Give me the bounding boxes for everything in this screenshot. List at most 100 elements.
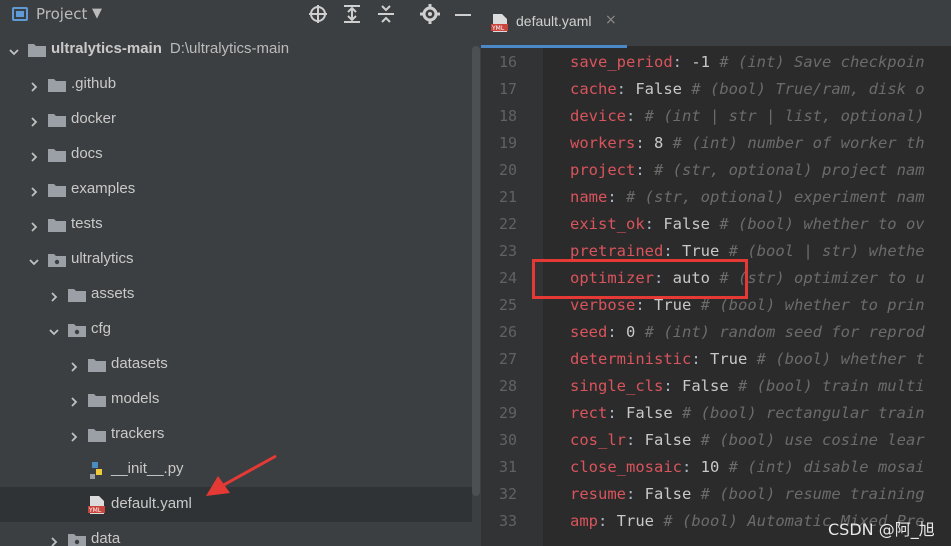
chevron-right-icon[interactable] bbox=[28, 78, 40, 92]
hide-icon[interactable] bbox=[452, 3, 474, 25]
yaml-value: False bbox=[616, 404, 673, 422]
tree-item-label: trackers bbox=[111, 425, 164, 442]
line-number: 23 bbox=[498, 242, 517, 260]
code-line[interactable]: resume: False # (bool) resume training bbox=[570, 485, 925, 503]
line-number: 29 bbox=[498, 404, 517, 422]
folder-icon bbox=[68, 322, 86, 337]
chevron-right-icon[interactable] bbox=[28, 148, 40, 162]
yaml-colon: : bbox=[607, 404, 617, 422]
tree-item[interactable]: YML default.yaml bbox=[0, 487, 472, 522]
chevron-right-icon[interactable] bbox=[68, 393, 80, 407]
folder-icon bbox=[28, 42, 46, 57]
code-line[interactable]: cos_lr: False # (bool) use cosine lear bbox=[570, 431, 925, 449]
chevron-right-icon[interactable] bbox=[48, 533, 60, 546]
tree-item[interactable]: cfg bbox=[0, 312, 472, 347]
yaml-key: deterministic bbox=[570, 350, 692, 368]
chevron-down-icon[interactable] bbox=[48, 323, 60, 336]
close-icon[interactable]: × bbox=[605, 12, 617, 28]
code-line[interactable]: rect: False # (bool) rectangular train bbox=[570, 404, 925, 422]
tree-item[interactable]: trackers bbox=[0, 417, 472, 452]
tree-item[interactable]: docs bbox=[0, 137, 472, 172]
tree-item[interactable]: examples bbox=[0, 172, 472, 207]
code-line[interactable]: save_period: -1 # (int) Save checkpoin bbox=[570, 53, 925, 71]
yaml-colon: : bbox=[626, 107, 636, 125]
tree-item-label: ultralytics bbox=[71, 250, 134, 267]
yaml-comment: # (bool) whether t bbox=[747, 350, 925, 368]
code-line[interactable]: device: # (int | str | list, optional) bbox=[570, 107, 925, 125]
collapse-all-icon[interactable] bbox=[375, 3, 397, 25]
tree-item[interactable]: docker bbox=[0, 102, 472, 137]
tree-item[interactable]: assets bbox=[0, 277, 472, 312]
gear-icon[interactable] bbox=[419, 3, 441, 25]
tree-item[interactable]: tests bbox=[0, 207, 472, 242]
locate-icon[interactable] bbox=[307, 3, 329, 25]
yaml-colon: : bbox=[635, 161, 645, 179]
line-number: 20 bbox=[498, 161, 517, 179]
line-number: 26 bbox=[498, 323, 517, 341]
tree-item-label: datasets bbox=[111, 355, 168, 372]
folder-icon bbox=[48, 182, 66, 197]
yaml-comment: # (str, optional) project nam bbox=[644, 161, 925, 179]
code-line[interactable]: seed: 0 # (int) random seed for reprod bbox=[570, 323, 925, 341]
tree-item-name: docker bbox=[71, 110, 117, 127]
yaml-key: device bbox=[570, 107, 626, 125]
chevron-right-icon[interactable] bbox=[28, 183, 40, 197]
chevron-down-icon[interactable] bbox=[28, 253, 40, 266]
chevron-down-icon[interactable]: ▼ bbox=[92, 6, 102, 21]
yaml-comment: # (bool) rectangular train bbox=[672, 404, 925, 422]
yaml-colon: : bbox=[691, 350, 701, 368]
yaml-colon: : bbox=[635, 134, 645, 152]
code-line[interactable]: name: # (str, optional) experiment nam bbox=[570, 188, 925, 206]
tree-item-label: default.yaml bbox=[111, 495, 192, 512]
yaml-colon: : bbox=[607, 323, 617, 341]
tree-item[interactable]: datasets bbox=[0, 347, 472, 382]
yaml-comment: # (bool) resume training bbox=[691, 485, 925, 503]
tab-default-yaml[interactable]: YML default.yaml × bbox=[481, 0, 627, 48]
yaml-value: True bbox=[672, 242, 720, 260]
code-line[interactable]: exist_ok: False # (bool) whether to ov bbox=[570, 215, 925, 233]
yaml-colon: : bbox=[672, 53, 682, 71]
tree-item[interactable]: data bbox=[0, 522, 472, 546]
tree-item-label: docs bbox=[71, 145, 103, 162]
line-number: 19 bbox=[498, 134, 517, 152]
tree-item[interactable]: .github bbox=[0, 67, 472, 102]
code-line[interactable]: deterministic: True # (bool) whether t bbox=[570, 350, 925, 368]
tree-item-label: cfg bbox=[91, 320, 111, 337]
tree-item[interactable]: ultralytics bbox=[0, 242, 472, 277]
yaml-key: cache bbox=[570, 80, 617, 98]
tree-scrollbar[interactable] bbox=[472, 46, 480, 496]
code-line[interactable]: project: # (str, optional) project nam bbox=[570, 161, 925, 179]
folder-icon bbox=[48, 217, 66, 232]
code-line[interactable]: close_mosaic: 10 # (int) disable mosai bbox=[570, 458, 925, 476]
tree-item[interactable]: ultralytics-main D:\ultralytics-main bbox=[0, 32, 472, 67]
chevron-right-icon[interactable] bbox=[28, 113, 40, 127]
line-number: 28 bbox=[498, 377, 517, 395]
code-line[interactable]: workers: 8 # (int) number of worker th bbox=[570, 134, 925, 152]
yaml-value: -1 bbox=[682, 53, 710, 71]
yaml-key: pretrained bbox=[570, 242, 664, 260]
yaml-key: close_mosaic bbox=[570, 458, 682, 476]
tree-item[interactable]: models bbox=[0, 382, 472, 417]
chevron-right-icon[interactable] bbox=[28, 218, 40, 232]
chevron-right-icon[interactable] bbox=[68, 428, 80, 442]
code-line[interactable]: single_cls: False # (bool) train multi bbox=[570, 377, 925, 395]
project-panel-title[interactable]: Project bbox=[36, 5, 87, 23]
tree-item-name: ultralytics bbox=[71, 250, 134, 267]
expand-all-icon[interactable] bbox=[341, 3, 363, 25]
tree-item-name: models bbox=[111, 390, 160, 407]
tree-item-name: assets bbox=[91, 285, 135, 302]
line-number: 25 bbox=[498, 296, 517, 314]
tree-item[interactable]: __init__.py bbox=[0, 452, 472, 487]
code-line[interactable]: pretrained: True # (bool | str) whethe bbox=[570, 242, 925, 260]
chevron-down-icon[interactable] bbox=[8, 43, 20, 56]
chevron-right-icon[interactable] bbox=[68, 358, 80, 372]
yaml-comment: # (int) Save checkpoin bbox=[710, 53, 925, 71]
yaml-value: False bbox=[635, 485, 692, 503]
yaml-value: False bbox=[626, 80, 683, 98]
tree-item-label: data bbox=[91, 530, 120, 546]
tree-item-name: default.yaml bbox=[111, 495, 192, 512]
line-number: 31 bbox=[498, 458, 517, 476]
tab-strip: YML default.yaml × bbox=[481, 0, 951, 48]
chevron-right-icon[interactable] bbox=[48, 288, 60, 302]
code-line[interactable]: cache: False # (bool) True/ram, disk o bbox=[570, 80, 925, 98]
